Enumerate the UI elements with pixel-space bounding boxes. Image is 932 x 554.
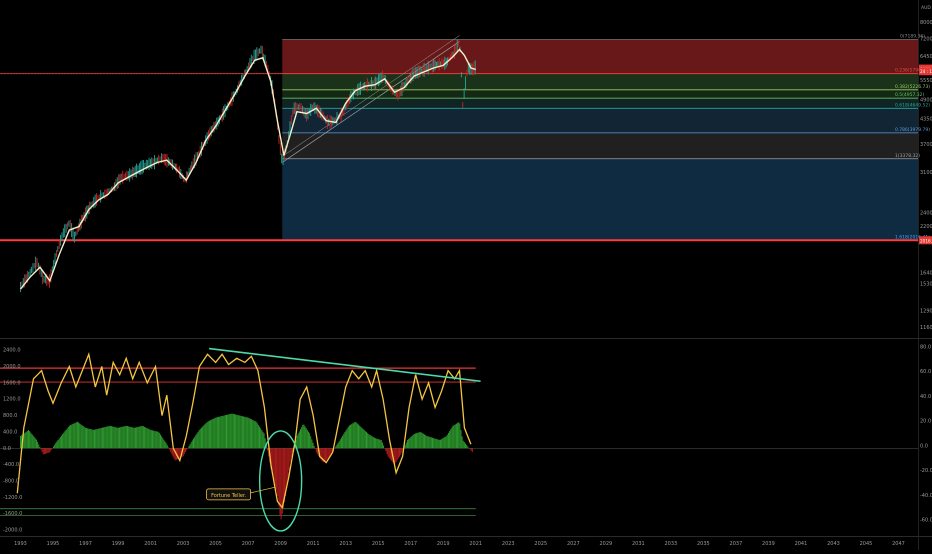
price-tick-label: 1530.0 xyxy=(920,281,932,287)
fib-zone-6 xyxy=(282,158,918,241)
time-tick-label: 1995 xyxy=(47,541,60,547)
fib-zone-0 xyxy=(282,39,918,74)
time-tick-label: 2041 xyxy=(795,541,808,547)
fib-label-0.786: 0.786(3979.79) xyxy=(895,127,930,133)
osc-left-tick-label: -800.0 xyxy=(3,478,19,484)
time-tick-label: 2025 xyxy=(534,541,547,547)
time-tick-label: 2019 xyxy=(437,541,450,547)
price-tick-label: 4350.0 xyxy=(920,116,932,122)
fib-zone-5 xyxy=(282,132,918,159)
time-tick-label: 2001 xyxy=(144,541,157,547)
time-tick-label: 2027 xyxy=(567,541,580,547)
fib-label-0.382: 0.382(5226.73) xyxy=(895,84,930,90)
fib-zone-3 xyxy=(282,98,918,109)
osc-right-tick-label: 60.0 xyxy=(920,369,931,375)
time-tick-label: 2031 xyxy=(632,541,645,547)
price-tick-label: 1290.0 xyxy=(920,308,932,314)
time-tick-label: 2005 xyxy=(209,541,222,547)
time-tick-label: 2045 xyxy=(860,541,873,547)
osc-right-tick-label: 40.0 xyxy=(920,394,931,400)
osc-left-tick-label: -1600.0 xyxy=(3,511,22,517)
osc-left-tick-label: -2000.0 xyxy=(3,528,22,534)
annotation-text: Fortune Teller. xyxy=(211,493,247,499)
fib-label-1: 1(3378.32) xyxy=(895,153,920,159)
time-tick-label: 2011 xyxy=(307,541,320,547)
osc-right-tick-label: -20.0 xyxy=(920,468,932,474)
price-tick-label: 7200.0 xyxy=(920,37,932,43)
osc-right-tick-label: -60.0 xyxy=(920,518,932,524)
time-tick-label: 2023 xyxy=(502,541,515,547)
price-tick-label: 2200.0 xyxy=(920,224,932,230)
chart-svg: 0(7189.36)0.236(5790.76)0.382(5226.73)0.… xyxy=(0,0,932,550)
histogram xyxy=(20,413,473,520)
price-badge-text-1: 24 : 19h xyxy=(920,69,932,74)
fib-zone-4 xyxy=(282,108,918,133)
time-tick-label: 2043 xyxy=(827,541,840,547)
osc-left-tick-label: 0.0 xyxy=(3,446,11,452)
osc-right-tick-label: 20.0 xyxy=(920,419,931,425)
time-tick-label: 1999 xyxy=(112,541,125,547)
time-tick-label: 2039 xyxy=(762,541,775,547)
time-tick-label: 2009 xyxy=(274,541,287,547)
time-tick-label: 2013 xyxy=(339,541,352,547)
price-tick-label: 1640.0 xyxy=(920,270,932,276)
osc-left-tick-label: 400.0 xyxy=(3,429,17,435)
time-tick-label: 2017 xyxy=(404,541,417,547)
time-tick-label: 2029 xyxy=(599,541,612,547)
osc-right-tick-label: -40.0 xyxy=(920,493,932,499)
osc-right-ticks: 80.0 60.0 40.0 20.0 0.0 -20.0 -40.0 -60.0 xyxy=(920,344,932,523)
time-tick-label: 2021 xyxy=(469,541,482,547)
price-tick-label: 3100.0 xyxy=(920,170,932,176)
time-tick-label: 2033 xyxy=(664,541,677,547)
fib-zone-1 xyxy=(282,73,918,90)
time-tick-label: 2047 xyxy=(892,541,905,547)
time-tick-label: 1997 xyxy=(79,541,92,547)
price-badge-text-2: 2016.4 xyxy=(920,238,932,243)
osc-left-tick-label: 1200.0 xyxy=(3,397,21,403)
osc-right-tick-label: 80.0 xyxy=(920,344,931,350)
time-tick-label: 2037 xyxy=(730,541,743,547)
time-axis-labels: 1993 1995 1997 1999 2001 2003 2005 2007 2009 2011… xyxy=(14,541,905,547)
time-tick-label: 2015 xyxy=(372,541,385,547)
osc-left-tick-label: 800.0 xyxy=(3,413,17,419)
osc-left-tick-label: 1600.0 xyxy=(3,380,21,386)
osc-left-tick-label: 2400.0 xyxy=(3,348,21,354)
osc-right-tick-label: 0.0 xyxy=(920,443,928,449)
osc-left-tick-label: -1200.0 xyxy=(3,495,22,501)
time-tick-label: 2007 xyxy=(242,541,255,547)
price-tick-label: 4900.0 xyxy=(920,98,932,104)
time-tick-label: 2003 xyxy=(177,541,190,547)
osc-left-ticks: 2400.0 2000.0 1600.0 1200.0 800.0 400.0 0.0 -40… xyxy=(3,348,22,534)
fib-zones xyxy=(282,39,918,241)
osc-left-tick-label: -400.0 xyxy=(3,462,19,468)
price-tick-label: 1160.0 xyxy=(920,325,932,331)
price-tick-label: 3700.0 xyxy=(920,142,932,148)
osc-left-tick-label: 2000.0 xyxy=(3,364,21,370)
time-tick-label: 2035 xyxy=(697,541,710,547)
price-tick-label: 5550.0 xyxy=(920,78,932,84)
price-tick-label: 8000.0 xyxy=(920,20,932,26)
price-tick-label: 2400.0 xyxy=(920,210,932,216)
price-tick-label: 6450.0 xyxy=(920,54,932,60)
annotation-pointer xyxy=(250,486,276,494)
chart-root: 0(7189.36) 0.236(5790.76) 0.382(5226.73) 0.… xyxy=(0,0,932,550)
price-unit-label: AUD xyxy=(921,5,931,11)
time-tick-label: 1993 xyxy=(14,541,27,547)
osc-trend-line xyxy=(209,347,481,383)
